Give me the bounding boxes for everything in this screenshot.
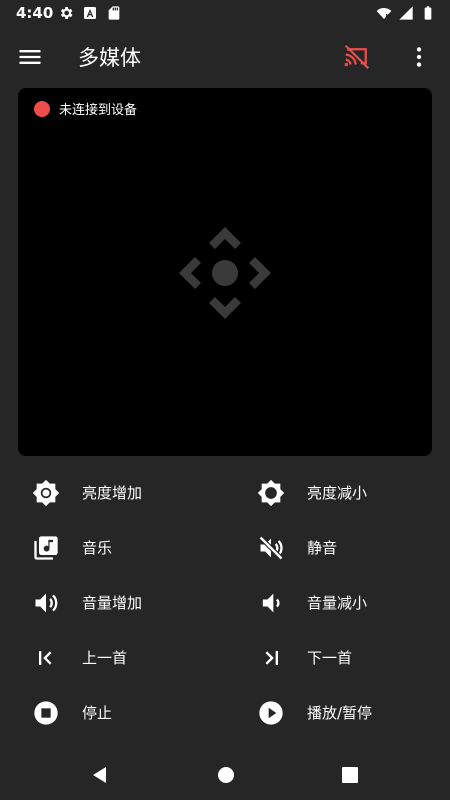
volume-down-icon bbox=[262, 593, 280, 612]
play-pause-icon bbox=[259, 700, 283, 725]
next-track-button[interactable]: 下一首 bbox=[257, 630, 352, 685]
stop-label: 停止 bbox=[82, 704, 113, 722]
brightness-low-icon bbox=[257, 479, 285, 506]
controls-row: 音乐 静音 bbox=[0, 520, 450, 575]
controls-row: 停止 播放/暂停 bbox=[0, 685, 450, 740]
volume-up-icon bbox=[35, 593, 58, 612]
recent-apps-icon[interactable] bbox=[338, 763, 362, 787]
page-title: 多媒体 bbox=[78, 46, 141, 70]
menu-icon[interactable] bbox=[16, 43, 44, 71]
home-icon[interactable] bbox=[214, 763, 238, 787]
status-bar: 4:40 bbox=[0, 0, 450, 26]
signal-icon bbox=[399, 6, 413, 20]
sd-card-icon bbox=[108, 6, 120, 20]
controls-row: 上一首 下一首 bbox=[0, 630, 450, 685]
status-dot bbox=[34, 100, 50, 117]
brightness-high-icon bbox=[32, 479, 60, 506]
dpad-icon[interactable] bbox=[179, 227, 271, 319]
mute-label: 静音 bbox=[307, 539, 338, 557]
volume-off-icon bbox=[258, 535, 284, 560]
play-pause-label: 播放/暂停 bbox=[307, 704, 373, 722]
music-library-icon bbox=[34, 535, 58, 560]
volume-down-label: 音量减小 bbox=[307, 594, 368, 612]
volume-up-label: 音量增加 bbox=[82, 594, 143, 612]
gear-icon bbox=[60, 7, 73, 19]
music-label: 音乐 bbox=[82, 539, 113, 557]
skip-previous-icon bbox=[39, 650, 52, 665]
stop-button[interactable]: 停止 bbox=[32, 685, 112, 740]
remote-touch-panel[interactable]: 未连接到设备 bbox=[18, 88, 432, 456]
brightness-down-label: 亮度减小 bbox=[307, 484, 368, 502]
navigation-bar bbox=[0, 750, 450, 800]
status-time: 4:40 bbox=[16, 4, 54, 22]
previous-track-button[interactable]: 上一首 bbox=[32, 630, 127, 685]
controls-grid: 亮度增加 亮度减小 音乐 静音 音量增加 音量减小 上一首 下一首 停止 播放/… bbox=[0, 465, 450, 740]
wifi-icon bbox=[376, 7, 392, 19]
skip-next-icon bbox=[265, 650, 278, 665]
mute-button[interactable]: 静音 bbox=[257, 520, 337, 575]
connection-status-text: 未连接到设备 bbox=[59, 103, 138, 118]
previous-track-label: 上一首 bbox=[82, 649, 128, 667]
app-bar: 多媒体 bbox=[0, 26, 450, 88]
controls-row: 亮度增加 亮度减小 bbox=[0, 465, 450, 520]
brightness-up-button[interactable]: 亮度增加 bbox=[32, 465, 142, 520]
brightness-down-button[interactable]: 亮度减小 bbox=[257, 465, 367, 520]
next-track-label: 下一首 bbox=[307, 649, 353, 667]
brightness-up-label: 亮度增加 bbox=[82, 484, 143, 502]
more-options-icon[interactable] bbox=[406, 42, 432, 72]
controls-row: 音量增加 音量减小 bbox=[0, 575, 450, 630]
font-icon bbox=[84, 7, 96, 19]
battery-icon bbox=[424, 6, 432, 20]
music-button[interactable]: 音乐 bbox=[32, 520, 112, 575]
cast-disconnected-icon[interactable] bbox=[342, 42, 372, 72]
stop-icon bbox=[34, 700, 58, 725]
volume-up-button[interactable]: 音量增加 bbox=[32, 575, 142, 630]
back-icon[interactable] bbox=[88, 763, 112, 787]
volume-down-button[interactable]: 音量减小 bbox=[257, 575, 367, 630]
connection-status: 未连接到设备 bbox=[34, 99, 137, 118]
play-pause-button[interactable]: 播放/暂停 bbox=[257, 685, 372, 740]
